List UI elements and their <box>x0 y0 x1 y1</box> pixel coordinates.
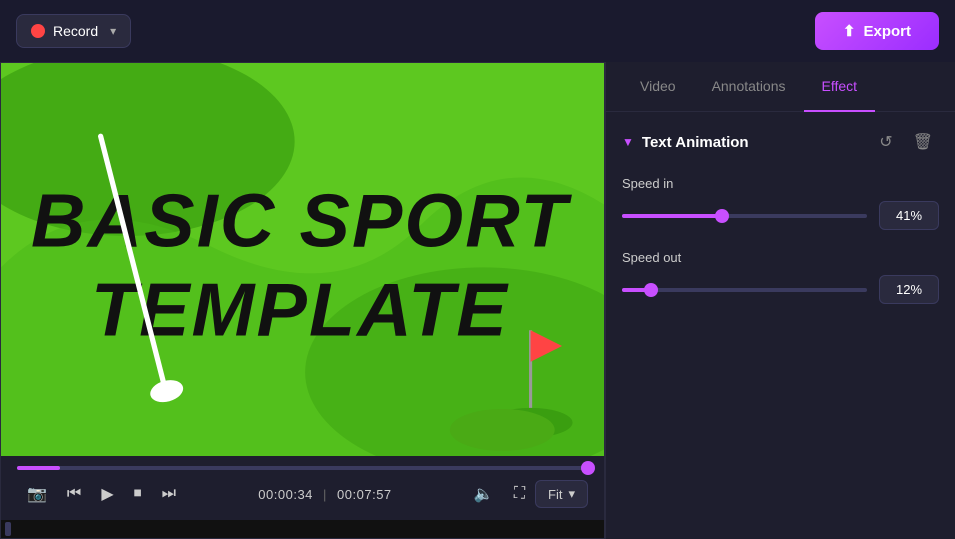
fullscreen-button[interactable]: ⛶ <box>504 479 535 509</box>
progress-fill <box>17 466 60 470</box>
fit-label: Fit <box>548 487 562 502</box>
total-time: 00:07:57 <box>337 487 392 502</box>
speed-in-group: Speed in 41% <box>622 176 939 230</box>
section-header: ▼ Text Animation ↺ 🗑 <box>622 128 939 156</box>
speed-out-fill <box>622 288 651 292</box>
speed-out-slider[interactable] <box>622 288 867 292</box>
collapse-icon[interactable]: ▼ <box>622 135 634 149</box>
fit-select[interactable]: Fit ▾ <box>535 480 588 508</box>
export-icon: ⬆ <box>843 22 856 40</box>
export-button[interactable]: ⬆ Export <box>815 12 939 50</box>
time-display: 00:00:34 | 00:07:57 <box>186 487 464 502</box>
progress-bar-container <box>17 466 588 470</box>
video-panel: BASIC SPORT TEMPLATE <box>0 62 605 539</box>
golf-scene-svg: BASIC SPORT TEMPLATE <box>1 63 604 456</box>
right-panel: Video Annotations Effect ▼ Text Animatio… <box>605 62 955 539</box>
speed-in-label: Speed in <box>622 176 939 191</box>
trim-handle-left[interactable] <box>5 522 11 536</box>
speed-out-group: Speed out 12% <box>622 250 939 304</box>
speed-in-slider[interactable] <box>622 214 867 218</box>
record-button[interactable]: Record ▾ <box>16 14 131 48</box>
video-preview-area: BASIC SPORT TEMPLATE <box>1 63 604 456</box>
rewind-button[interactable]: ⏮ <box>57 479 91 509</box>
section-title: Text Animation <box>642 134 865 151</box>
reset-button[interactable]: ↺ <box>873 128 898 156</box>
trim-strip <box>1 520 604 538</box>
tabs: Video Annotations Effect <box>606 62 955 112</box>
time-separator: | <box>323 487 327 502</box>
fit-chevron-icon: ▾ <box>568 486 575 502</box>
speed-in-fill <box>622 214 722 218</box>
main-area: BASIC SPORT TEMPLATE <box>0 62 955 539</box>
speed-out-value[interactable]: 12% <box>879 275 939 304</box>
tab-effect[interactable]: Effect <box>804 62 876 112</box>
speed-out-label: Speed out <box>622 250 939 265</box>
current-time: 00:00:34 <box>258 487 313 502</box>
play-button[interactable]: ▶ <box>91 478 123 510</box>
panel-content: ▼ Text Animation ↺ 🗑 Speed in 41% Speed … <box>606 112 955 539</box>
speed-in-value[interactable]: 41% <box>879 201 939 230</box>
controls-row: 📷 ⏮ ▶ ⏹ ⏭ 00:00:34 | 00:07:57 🔈 ⛶ Fit ▾ <box>17 478 588 510</box>
delete-button[interactable]: 🗑 <box>907 128 939 156</box>
progress-bar[interactable] <box>17 466 588 470</box>
speed-out-slider-row: 12% <box>622 275 939 304</box>
chevron-down-icon: ▾ <box>110 24 116 38</box>
progress-thumb <box>581 461 595 475</box>
video-controls: 📷 ⏮ ▶ ⏹ ⏭ 00:00:34 | 00:07:57 🔈 ⛶ Fit ▾ <box>1 456 604 520</box>
record-label: Record <box>53 23 98 39</box>
volume-button[interactable]: 🔈 <box>464 478 504 510</box>
fast-forward-button[interactable]: ⏭ <box>152 479 186 509</box>
speed-in-slider-row: 41% <box>622 201 939 230</box>
tab-annotations[interactable]: Annotations <box>694 62 804 112</box>
record-dot-icon <box>31 24 45 38</box>
header: Record ▾ ⬆ Export <box>0 0 955 62</box>
export-label: Export <box>863 23 911 40</box>
stop-button[interactable]: ⏹ <box>124 479 152 509</box>
tab-video[interactable]: Video <box>622 62 694 112</box>
screenshot-button[interactable]: 📷 <box>17 478 57 510</box>
video-frame: BASIC SPORT TEMPLATE <box>1 63 604 456</box>
